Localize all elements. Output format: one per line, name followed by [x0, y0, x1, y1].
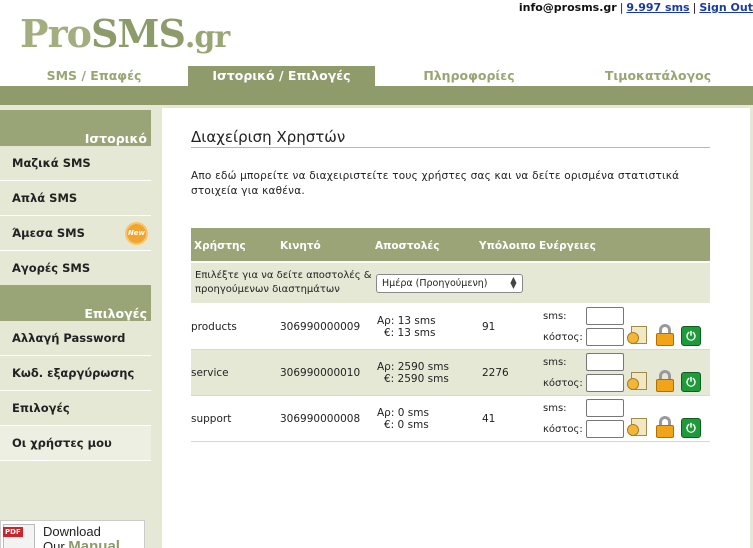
- account-bar: info@prosms.gr | 9.997 sms | Sign Out: [518, 1, 753, 14]
- tab-pricelist[interactable]: Τιμοκατάλογος: [563, 66, 753, 86]
- lock-icon[interactable]: [655, 416, 675, 439]
- col-sends: Αποστολές: [375, 240, 440, 252]
- logo-gr: .gr: [184, 20, 230, 55]
- sidebar-item-options[interactable]: Επιλογές: [0, 391, 151, 426]
- signout-link[interactable]: Sign Out: [699, 1, 753, 14]
- user-sends: Αρ: 13 sms €: 13 sms: [377, 315, 436, 339]
- new-badge-icon: New: [125, 222, 148, 245]
- sms-label: sms:: [543, 311, 567, 322]
- page-description: Απο εδώ μπορείτε να διαχειριστείτε τους …: [191, 170, 680, 197]
- sidebar-section-history: Ιστορικό: [0, 110, 151, 146]
- cost-amount-input[interactable]: [586, 328, 624, 346]
- tab-history-options[interactable]: Ιστορικό / Επιλογές: [188, 66, 375, 86]
- sidebar-item-sms-purchases[interactable]: Αγορές SMS: [0, 251, 151, 286]
- user-sends: Αρ: 0 sms €: 0 sms: [377, 407, 429, 431]
- credits-link[interactable]: 9.997 sms: [626, 1, 689, 14]
- user-mobile: 306990000010: [280, 367, 361, 379]
- add-credits-icon[interactable]: [627, 372, 650, 392]
- period-selected-value: Ημέρα (Προηγούμενη): [382, 278, 488, 289]
- pdf-icon: PDF: [3, 524, 35, 548]
- user-balance: 41: [482, 413, 496, 425]
- manual-line2: Our Manual: [43, 538, 120, 548]
- period-filter-row: Επιλέξτε για να δείτε αποστολές & προηγο…: [191, 263, 710, 303]
- download-manual-banner[interactable]: PDF Download Our Manual: [0, 520, 145, 548]
- sms-amount-input[interactable]: [586, 353, 624, 371]
- user-sends: Αρ: 2590 sms €: 2590 sms: [377, 361, 449, 385]
- user-balance: 2276: [482, 367, 509, 379]
- manual-line1: Download: [43, 524, 101, 539]
- logo-sms: SMS: [90, 11, 186, 56]
- power-icon[interactable]: ⏻: [681, 326, 701, 346]
- cost-amount-input[interactable]: [586, 374, 624, 392]
- sidebar: Ιστορικό Μαζικά SMS Απλά SMS Άμεσα SMS N…: [0, 105, 160, 548]
- user-balance: 91: [482, 321, 496, 333]
- table-row: support 306990000008 Αρ: 0 sms €: 0 sms 4…: [191, 396, 710, 442]
- title-divider: [191, 147, 710, 148]
- main-tabs: SMS / Επαφές Ιστορικό / Επιλογές Πληροφο…: [0, 66, 753, 86]
- cost-label: κόστος:: [543, 378, 583, 389]
- lock-icon[interactable]: [655, 370, 675, 393]
- cost-amount-input[interactable]: [586, 420, 624, 438]
- period-select[interactable]: Ημέρα (Προηγούμενη) ▲ ▼: [376, 274, 523, 293]
- power-icon[interactable]: ⏻: [681, 372, 701, 392]
- user-name: products: [191, 321, 237, 333]
- user-mobile: 306990000009: [280, 321, 361, 333]
- col-user: Χρήστης: [194, 240, 246, 252]
- sms-label: sms:: [543, 403, 567, 414]
- sidebar-item-redeem-code[interactable]: Κωδ. εξαργύρωσης: [0, 356, 151, 391]
- page-title: Διαχείριση Χρηστών: [191, 128, 346, 146]
- sidebar-item-change-password[interactable]: Αλλαγή Password: [0, 321, 151, 356]
- period-filter-label: Επιλέξτε για να δείτε αποστολές & προηγο…: [195, 270, 372, 295]
- select-arrows-icon: ▲ ▼: [510, 275, 517, 290]
- user-mobile: 306990000008: [280, 413, 361, 425]
- add-credits-icon[interactable]: [627, 418, 650, 438]
- col-balance: Υπόλοιπο: [479, 240, 536, 252]
- cost-label: κόστος:: [543, 332, 583, 343]
- sidebar-item-instant-sms[interactable]: Άμεσα SMS New: [0, 216, 151, 251]
- user-name: service: [191, 367, 229, 379]
- sms-amount-input[interactable]: [586, 307, 624, 325]
- add-credits-icon[interactable]: [627, 326, 650, 346]
- sidebar-item-simple-sms[interactable]: Απλά SMS: [0, 181, 151, 216]
- sidebar-item-bulk-sms[interactable]: Μαζικά SMS: [0, 146, 151, 181]
- col-actions: Ενέργειες: [539, 240, 596, 252]
- sidebar-section-options: Επιλογές: [0, 285, 151, 321]
- lock-icon[interactable]: [655, 324, 675, 347]
- users-table-header: Χρήστης Κινητό Αποστολές Υπόλοιπο Ενέργε…: [191, 228, 710, 261]
- logo-pro: Pro: [20, 11, 92, 56]
- user-name: support: [191, 413, 232, 425]
- cost-label: κόστος:: [543, 424, 583, 435]
- site-logo[interactable]: ProSMS.gr: [20, 10, 230, 62]
- sidebar-item-label: Άμεσα SMS: [12, 226, 85, 240]
- power-icon[interactable]: ⏻: [681, 418, 701, 438]
- sidebar-item-my-users[interactable]: Οι χρήστες μου: [0, 426, 151, 461]
- tab-sms-contacts[interactable]: SMS / Επαφές: [0, 66, 188, 86]
- table-row: products 306990000009 Αρ: 13 sms €: 13 sm…: [191, 304, 710, 350]
- tab-underline-bar: [0, 86, 753, 105]
- col-mobile: Κινητό: [280, 240, 321, 252]
- account-email: info@prosms.gr: [518, 1, 617, 14]
- sms-amount-input[interactable]: [586, 399, 624, 417]
- table-row: service 306990000010 Αρ: 2590 sms €: 2590…: [191, 350, 710, 396]
- sms-label: sms:: [543, 357, 567, 368]
- tab-information[interactable]: Πληροφορίες: [375, 66, 563, 86]
